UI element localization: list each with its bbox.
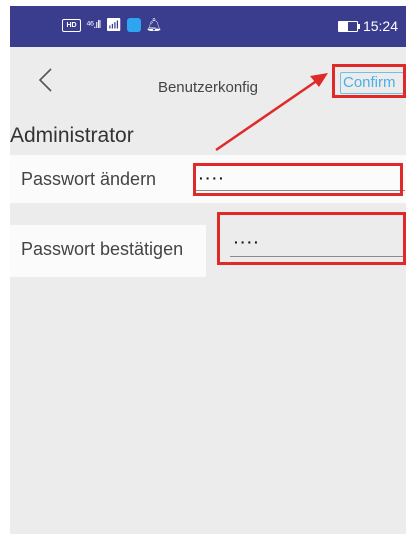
confirm-highlight-box bbox=[332, 64, 406, 98]
confirm-password-highlight-box bbox=[217, 212, 406, 265]
clock: 15:24 bbox=[362, 18, 398, 34]
status-icons-right: 15:24 bbox=[337, 18, 398, 34]
app-notification-icon bbox=[126, 18, 141, 32]
confirm-password-label: Passwort bestätigen bbox=[21, 239, 184, 259]
battery-icon bbox=[337, 20, 360, 32]
status-bar: HD ⁴⁶.ıll 📶︎ 🔔︎ 15:24 bbox=[10, 6, 406, 47]
change-password-highlight-box bbox=[193, 163, 403, 196]
signal-icon: ⁴⁶.ıll bbox=[86, 19, 101, 31]
change-password-label: Passwort ändern bbox=[21, 169, 157, 189]
status-icons-left: HD ⁴⁶.ıll 📶︎ 🔔︎ bbox=[62, 17, 162, 33]
nav-bar: Benutzerkonfig Confirm bbox=[10, 47, 406, 113]
battery-level bbox=[338, 21, 348, 31]
phone-screen: HD ⁴⁶.ıll 📶︎ 🔔︎ 15:24 Benutzerkonfig Con… bbox=[10, 6, 406, 534]
section-header: Administrator bbox=[10, 124, 134, 147]
confirm-password-row: Passwort bestätigen bbox=[10, 225, 206, 277]
wifi-icon: 📶︎ bbox=[105, 17, 122, 32]
hd-icon: HD bbox=[62, 18, 81, 32]
bell-icon: 🔔︎ bbox=[145, 17, 163, 32]
